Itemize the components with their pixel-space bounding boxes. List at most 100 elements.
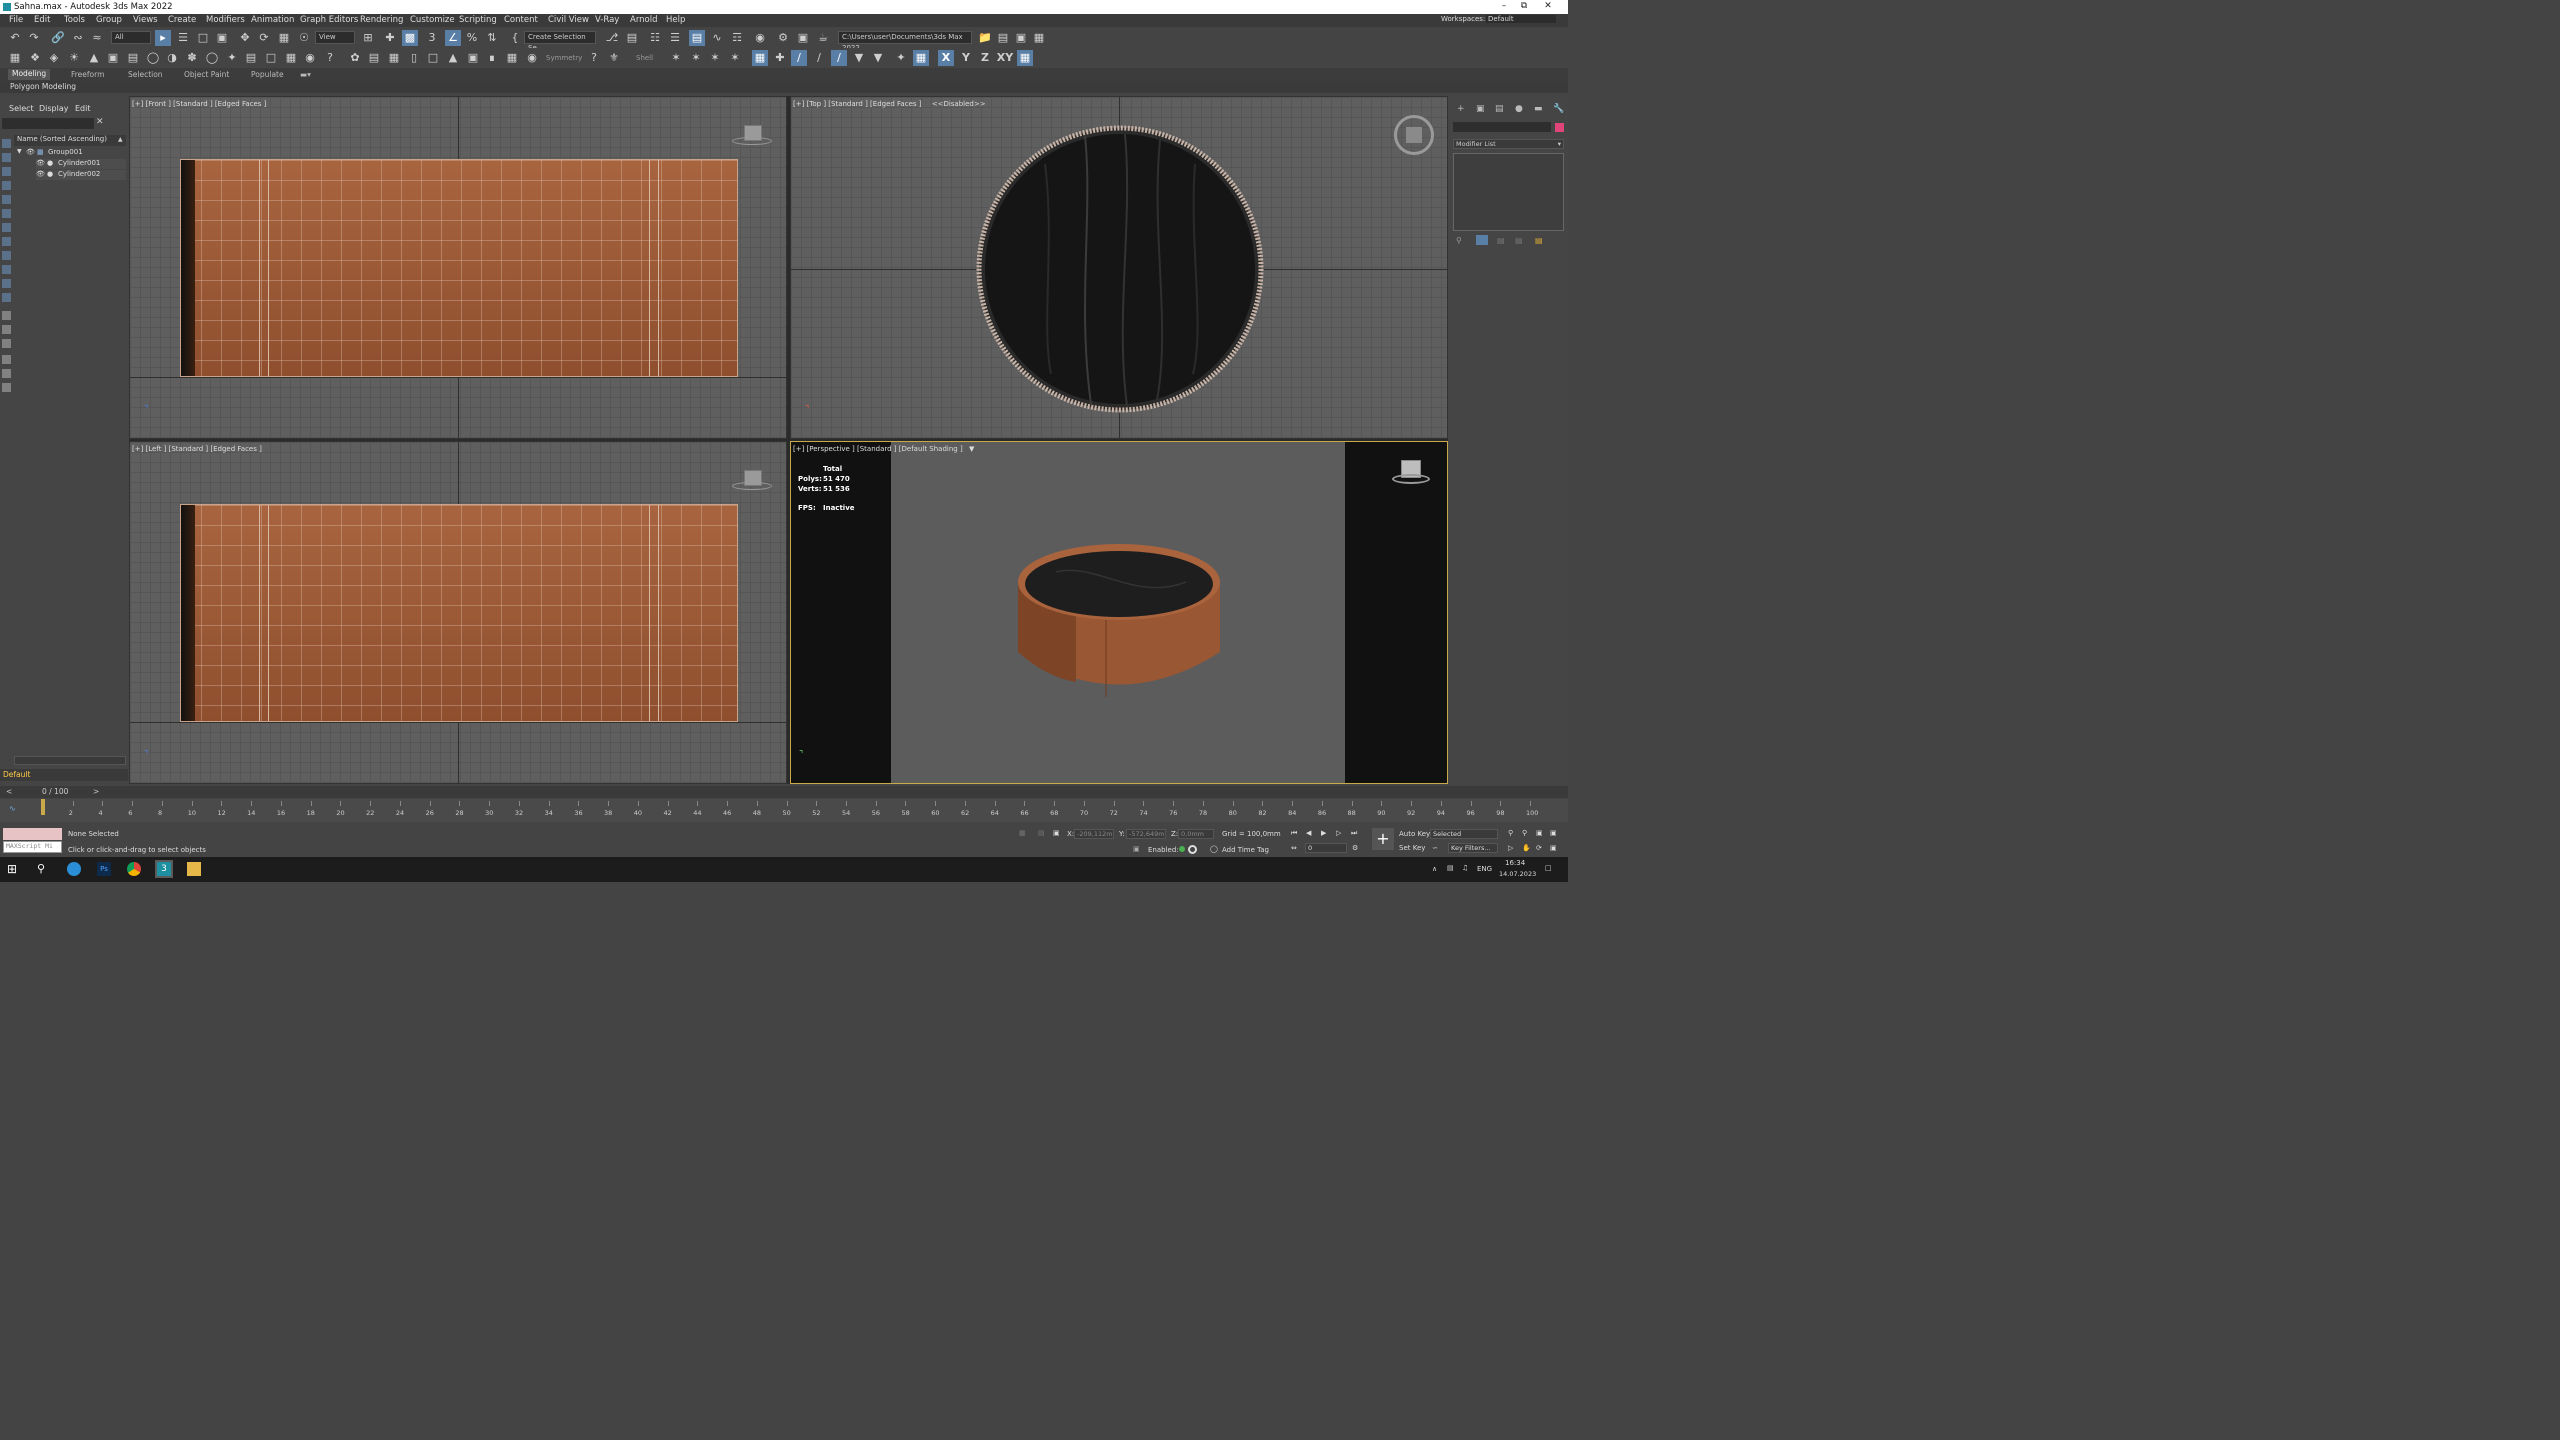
viewcube-compass-icon[interactable]	[1394, 115, 1434, 155]
menu-scripting[interactable]: Scripting	[459, 15, 497, 25]
mirror-icon[interactable]: ⎇	[604, 30, 620, 46]
relax-icon[interactable]: ◉	[524, 50, 540, 66]
bridge-icon[interactable]: ∎	[484, 50, 500, 66]
select-by-name-icon[interactable]: ☰	[175, 30, 191, 46]
frame-display[interactable]: 0 / 100	[42, 787, 68, 796]
time-tag-icon[interactable]: ◯	[1210, 845, 1218, 853]
pivot-center-icon[interactable]: ⊞	[360, 30, 376, 46]
filter-icon-11[interactable]	[2, 279, 11, 288]
explorer-horizontal-scrollbar[interactable]	[14, 756, 126, 765]
menu-vray[interactable]: V-Ray	[595, 15, 619, 25]
axis-y-button[interactable]: Y	[958, 50, 974, 66]
snap-bbox-icon[interactable]: ▼	[851, 50, 867, 66]
filter-icon-6[interactable]	[2, 209, 11, 218]
vray-dome-icon[interactable]: ◑	[164, 50, 180, 66]
snap-pivot-icon[interactable]: ∕	[831, 50, 847, 66]
extrude-icon[interactable]: ▲	[445, 50, 461, 66]
render-frame-icon[interactable]: ▣	[105, 50, 121, 66]
viewport-label-front[interactable]: [+] [Front ] [Standard ] [Edged Faces ]	[132, 100, 266, 108]
zoom-extents-all-icon[interactable]: ▣	[1550, 829, 1557, 837]
schematic-view-icon[interactable]: ☶	[729, 30, 745, 46]
go-to-end-icon[interactable]: ⏭	[1351, 829, 1357, 838]
menu-animation[interactable]: Animation	[251, 15, 294, 25]
volume-icon[interactable]: ♫	[1462, 864, 1468, 872]
vray-plane-icon[interactable]: □	[263, 50, 279, 66]
visibility-eye-icon[interactable]: 👁	[36, 170, 45, 178]
create-icon[interactable]: ▦	[7, 50, 23, 66]
align-icon[interactable]: ▤	[624, 30, 640, 46]
tree-item-cylinder001[interactable]: 👁 ● Cylinder001	[36, 159, 126, 169]
vray-frame-icon[interactable]: ▤	[125, 50, 141, 66]
z-coordinate-field[interactable]: 0,0mm	[1178, 829, 1214, 839]
tab-freeform[interactable]: Freeform	[71, 70, 104, 79]
chamfer-icon[interactable]: □	[425, 50, 441, 66]
fov-icon[interactable]: ▷	[1508, 844, 1513, 852]
angle-snap-icon[interactable]: ∠	[445, 30, 461, 46]
checker-icon[interactable]: ▦	[504, 50, 520, 66]
shell-label[interactable]: Shell	[636, 54, 653, 62]
key-mode-toggle-icon[interactable]: ⇔	[1291, 844, 1297, 852]
selection-filter-dropdown[interactable]: All	[111, 31, 151, 44]
constraint-xy-icon[interactable]: ▦	[913, 50, 929, 66]
percent-snap-icon[interactable]: %	[464, 30, 480, 46]
filter-icon-17[interactable]	[2, 369, 11, 378]
vray-ambient-icon[interactable]: ✦	[224, 50, 240, 66]
menu-edit[interactable]: Edit	[34, 15, 50, 25]
create-panel-icon[interactable]: +	[1457, 104, 1467, 114]
named-selection-dropdown[interactable]: Create Selection Se	[524, 31, 596, 52]
current-frame-field[interactable]: 0	[1305, 843, 1347, 853]
constraint-icon[interactable]: ✦	[893, 50, 909, 66]
clear-search-icon[interactable]: ✕	[96, 117, 104, 127]
vray-fb-icon[interactable]: ▤	[366, 50, 382, 66]
layer-explorer-icon[interactable]: ☰	[667, 30, 683, 46]
display-panel-icon[interactable]: ▬	[1534, 104, 1544, 114]
windows-start-icon[interactable]: ⊞	[7, 862, 21, 876]
axis-xy-button[interactable]: XY	[996, 50, 1014, 66]
menu-file[interactable]: File	[9, 15, 23, 25]
tray-chevron-icon[interactable]: ∧	[1432, 865, 1437, 873]
visibility-eye-icon[interactable]: 👁	[26, 148, 35, 156]
render-setup-icon[interactable]: ⚙	[775, 30, 791, 46]
configure-modifier-sets-icon[interactable]: ▤	[1535, 236, 1543, 245]
place-icon[interactable]: ☉	[296, 30, 312, 46]
visibility-eye-icon[interactable]: 👁	[36, 159, 45, 167]
workspace-dropdown[interactable]: Default	[1486, 15, 1556, 23]
viewcube-ring-icon[interactable]	[732, 137, 772, 145]
photoshop-icon[interactable]: Ps	[97, 862, 111, 876]
link-icon[interactable]: 🔗	[50, 30, 66, 46]
filter-icon-2[interactable]	[2, 153, 11, 162]
snap-grid-icon[interactable]: ▦	[752, 50, 768, 66]
minimize-button[interactable]: –	[1498, 1, 1510, 11]
grid-tool-icon[interactable]: ▦	[386, 50, 402, 66]
menu-help[interactable]: Help	[666, 15, 685, 25]
set-key-button[interactable]: Set Key	[1399, 844, 1425, 852]
reference-coordinate-dropdown[interactable]: View	[315, 31, 355, 44]
enabled-toggle[interactable]	[1188, 845, 1197, 854]
menu-views[interactable]: Views	[133, 15, 158, 25]
rotate-icon[interactable]: ⟳	[256, 30, 272, 46]
maxscript-listener-pink[interactable]	[3, 828, 62, 840]
vray-sphere-icon[interactable]: ◉	[302, 50, 318, 66]
orbit-icon[interactable]: ⟳	[1536, 844, 1542, 852]
vray-light-icon[interactable]: ◯	[145, 50, 161, 66]
filter-icon-14[interactable]	[2, 325, 11, 334]
edit-named-selection-icon[interactable]: {	[507, 30, 523, 46]
viewport-front[interactable]: [+] [Front ] [Standard ] [Edged Faces ] …	[129, 96, 787, 439]
isolate-icon[interactable]: ▦	[1019, 829, 1026, 837]
se-tab-select[interactable]: Select	[9, 104, 34, 113]
axis-z-button[interactable]: Z	[977, 50, 993, 66]
scene-column-header[interactable]: Name (Sorted Ascending)	[14, 135, 126, 146]
modifier-list-dropdown[interactable]: Modifier List ▾	[1453, 139, 1564, 149]
viewport-label-perspective[interactable]: [+] [Perspective ] [Standard ] [Default …	[793, 445, 974, 453]
symmetry-label[interactable]: Symmetry	[546, 54, 582, 62]
curve-editor-icon[interactable]: ∿	[709, 30, 725, 46]
filter-icon-7[interactable]	[2, 223, 11, 232]
viewcube-perspective-icon[interactable]	[1392, 460, 1430, 486]
viewport-label-top[interactable]: [+] [Top ] [Standard ] [Edged Faces ] <<…	[793, 100, 986, 108]
ribbon-toggle-icon[interactable]: ▤	[689, 30, 705, 46]
vray-sun-icon[interactable]: ✽	[184, 50, 200, 66]
sun-icon[interactable]: ☀	[66, 50, 82, 66]
rendered-frame-icon[interactable]: ▣	[795, 30, 811, 46]
project-folder-icon[interactable]: 📁	[977, 30, 993, 46]
absolute-mode-icon[interactable]: ▣	[1053, 829, 1060, 837]
